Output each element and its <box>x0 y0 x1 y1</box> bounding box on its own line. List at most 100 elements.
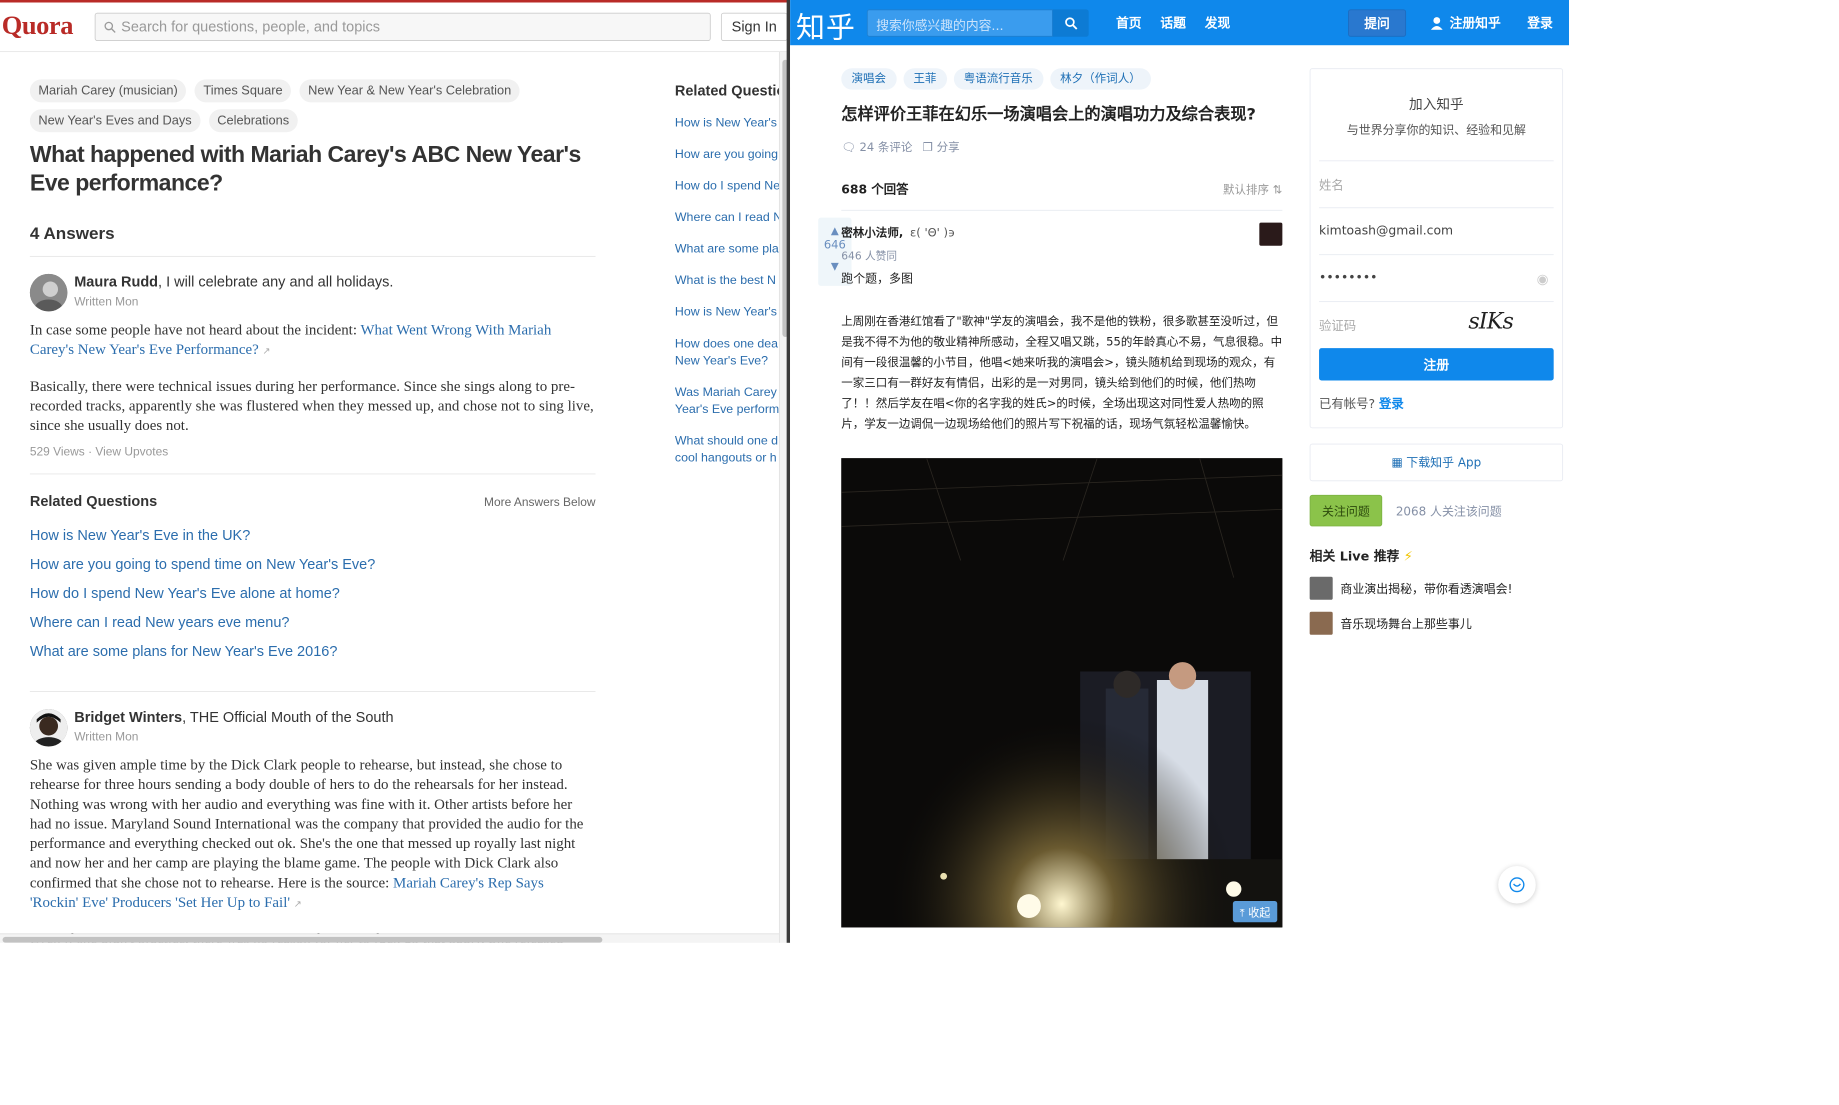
live-thumbnail <box>1309 576 1333 600</box>
sort-arrows-icon: ⇅ <box>1272 183 1283 198</box>
author-name[interactable]: Maura Rudd <box>74 274 158 290</box>
sidebar-related-link[interactable]: How are you going <box>675 146 790 163</box>
zhihu-logo[interactable]: 知乎 <box>796 4 856 46</box>
have-account-label: 已有帐号? <box>1319 397 1376 412</box>
search-button[interactable] <box>1052 9 1089 37</box>
author-name[interactable]: Bridget Winters <box>74 709 182 725</box>
qr-code-icon: ▦ <box>1391 455 1403 470</box>
answer-text: She was given ample time by the Dick Cla… <box>29 755 584 891</box>
sidebar-related-link[interactable]: How is New Year's <box>675 114 790 131</box>
download-app-link[interactable]: ▦ 下载知乎 App <box>1309 443 1564 482</box>
horizontal-scrollbar[interactable] <box>0 933 779 943</box>
name-field[interactable]: 姓名 <box>1319 160 1554 207</box>
nav-explore[interactable]: 发现 <box>1205 14 1231 32</box>
related-question-link[interactable]: How are you going to spend time on New Y… <box>30 556 596 573</box>
external-link-icon: ↗ <box>293 899 302 910</box>
topic-tag[interactable]: New Year's Eves and Days <box>29 109 201 133</box>
eye-icon[interactable]: ◉ <box>1537 270 1549 286</box>
collapse-button[interactable]: ⤒ 收起 <box>1232 900 1278 923</box>
feedback-button[interactable] <box>1498 865 1536 904</box>
sidebar-related-link[interactable]: How does one dea New Year's Eve? <box>675 335 790 369</box>
sidebar-related-link[interactable]: What should one d cool hangouts or h <box>675 433 790 467</box>
answer-date[interactable]: Written Mon <box>74 294 393 308</box>
topic-tag[interactable]: 林夕（作词人） <box>1049 68 1151 90</box>
topic-tag[interactable]: 粤语流行音乐 <box>953 68 1044 90</box>
password-field[interactable]: •••••••• ◉ <box>1319 254 1554 301</box>
sidebar-related-link[interactable]: What are some pla <box>675 241 790 258</box>
register-button[interactable]: 注册 <box>1319 348 1554 381</box>
email-field[interactable]: kimtoash@gmail.com <box>1319 207 1554 254</box>
sidebar-related-link[interactable]: Where can I read N <box>675 209 790 226</box>
register-label: 注册知乎 <box>1449 15 1501 31</box>
answer-text: 上周刚在香港红馆看了"歌神"学友的演唱会，我不是他的铁粉，很多歌甚至没听过，但是… <box>841 314 1283 431</box>
author-signature: ε( 'Θ' )϶ <box>910 226 956 240</box>
topic-tag[interactable]: New Year & New Year's Celebration <box>299 79 520 103</box>
zhihu-search-input[interactable]: 搜索你感兴趣的内容... <box>866 9 1053 37</box>
related-question-link[interactable]: Where can I read New years eve menu? <box>30 614 596 631</box>
answer-author: Bridget Winters, THE Official Mouth of t… <box>29 709 596 747</box>
comment-icon: 🗨 <box>841 140 856 155</box>
zhihu-pane: 知乎 搜索你感兴趣的内容... 首页 话题 发现 提问 注册知乎 登录 演唱会 … <box>790 0 1570 943</box>
author-name[interactable]: 密林小法师, <box>841 226 903 240</box>
captcha-field[interactable]: 验证码 sIKs <box>1319 301 1554 348</box>
answer-text: In case some people have not heard about… <box>29 320 361 338</box>
scrollbar-thumb[interactable] <box>2 936 603 943</box>
share-icon: ❐ <box>922 140 934 155</box>
register-link[interactable]: 注册知乎 <box>1430 14 1501 32</box>
quora-logo[interactable]: Quora <box>2 10 74 41</box>
live-item[interactable]: 商业演出揭秘，带你看透演唱会! <box>1309 576 1563 600</box>
topic-tag[interactable]: 演唱会 <box>841 68 897 90</box>
follow-count[interactable]: 2068 人关注该问题 <box>1396 502 1502 519</box>
quora-search-input[interactable]: Search for questions, people, and topics <box>94 12 711 41</box>
sidebar-related-link[interactable]: What is the best N <box>675 272 790 289</box>
concert-photo: ⤒ 收起 <box>841 458 1283 928</box>
live-item[interactable]: 音乐现场舞台上那些事儿 <box>1309 611 1563 635</box>
share-link[interactable]: ❐ 分享 <box>922 137 960 155</box>
answer: Bridget Winters, THE Official Mouth of t… <box>29 692 596 943</box>
sidebar-related-link[interactable]: Was Mariah Carey Year's Eve perform <box>675 384 790 418</box>
topic-tag[interactable]: Celebrations <box>208 109 298 133</box>
live-thumbnail <box>1309 611 1333 635</box>
answers-count: 4 Answers <box>29 224 596 257</box>
search-placeholder: Search for questions, people, and topics <box>121 18 380 35</box>
join-subtitle: 与世界分享你的知识、经验和见解 <box>1346 123 1526 138</box>
answer-stats[interactable]: 529 Views · View Upvotes <box>29 445 596 475</box>
sidebar-related-title: Related Questions <box>674 82 791 99</box>
answer: Maura Rudd, I will celebrate any and all… <box>29 257 596 475</box>
login-link[interactable]: 登录 <box>1527 14 1553 32</box>
captcha-image[interactable]: sIKs <box>1468 309 1545 341</box>
answer-date[interactable]: Written Mon <box>74 729 393 743</box>
answer-body: She was given ample time by the Dick Cla… <box>30 755 596 943</box>
more-answers-below: More Answers Below <box>484 494 596 509</box>
login-link[interactable]: 登录 <box>1379 398 1404 412</box>
sidebar-related-link[interactable]: How do I spend Ne <box>675 177 790 194</box>
agree-count[interactable]: 646 人赞同 <box>841 247 1282 263</box>
main-nav: 首页 话题 发现 <box>1116 14 1230 32</box>
nav-topics[interactable]: 话题 <box>1160 14 1186 32</box>
nav-home[interactable]: 首页 <box>1116 14 1142 32</box>
related-question-link[interactable]: What are some plans for New Year's Eve 2… <box>30 643 596 660</box>
sort-dropdown[interactable]: 默认排序 ⇅ <box>1223 180 1282 198</box>
related-question-link[interactable]: How do I spend New Year's Eve alone at h… <box>30 585 596 602</box>
avatar[interactable] <box>29 709 68 747</box>
quora-pane: Quora Search for questions, people, and … <box>0 0 791 943</box>
zhihu-sidebar: 加入知乎 与世界分享你的知识、经验和见解 姓名 kimtoash@gmail.c… <box>1309 68 1564 635</box>
related-question-link[interactable]: How is New Year's Eve in the UK? <box>30 527 596 544</box>
answer-author: Maura Rudd, I will celebrate any and all… <box>29 273 596 312</box>
answer: 密林小法师, ε( 'Θ' )϶ 646 人赞同 跑个题，多图 上周刚在香港红馆看… <box>841 222 1283 928</box>
answer-body: In case some people have not heard about… <box>30 320 596 435</box>
search-icon <box>1064 16 1077 30</box>
comments-link[interactable]: 🗨 24 条评论 <box>841 137 912 155</box>
follow-question-button[interactable]: 关注问题 <box>1309 494 1383 527</box>
sign-in-button[interactable]: Sign In <box>720 12 788 41</box>
topic-tag[interactable]: Mariah Carey (musician) <box>29 79 187 103</box>
zhihu-header: 知乎 搜索你感兴趣的内容... 首页 话题 发现 提问 注册知乎 登录 <box>790 0 1570 46</box>
ask-button[interactable]: 提问 <box>1348 9 1407 37</box>
chat-icon <box>1509 877 1525 893</box>
avatar[interactable] <box>29 273 68 312</box>
avatar[interactable] <box>1259 222 1283 246</box>
sidebar-related-link[interactable]: How is New Year's <box>675 304 790 321</box>
topic-tag[interactable]: Times Square <box>194 79 292 103</box>
lightning-icon: ⚡ <box>1403 548 1413 564</box>
topic-tag[interactable]: 王菲 <box>903 68 947 90</box>
